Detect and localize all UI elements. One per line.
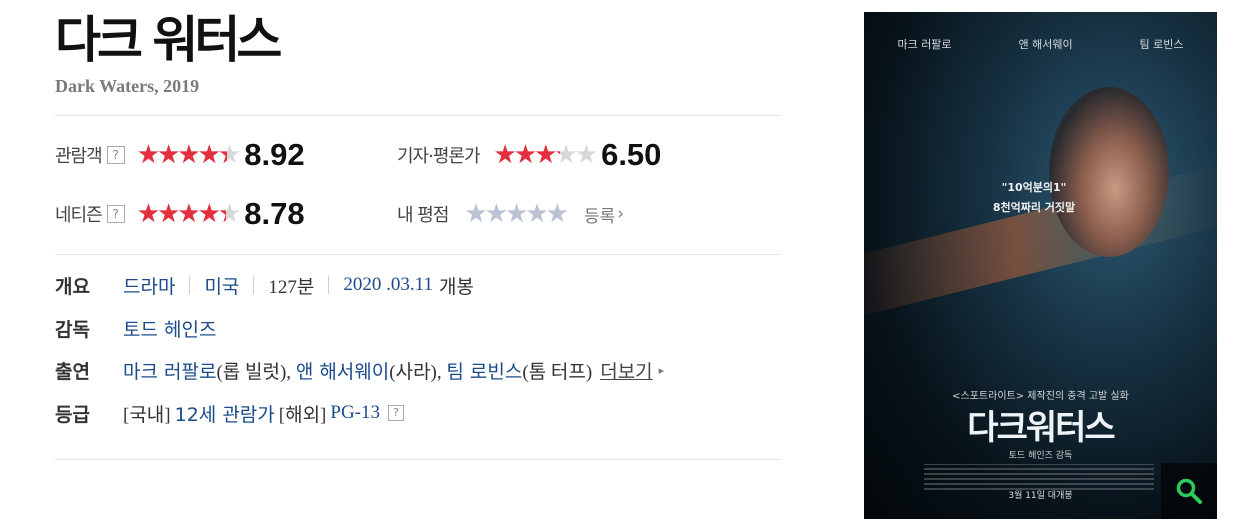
- triangle-right-icon: ▸: [658, 363, 665, 377]
- help-icon[interactable]: ?: [388, 405, 405, 421]
- overseas-prefix: [해외]: [278, 404, 327, 426]
- domestic-grade-link[interactable]: 12세 관람가: [175, 400, 275, 427]
- netizen-score: 8.78: [244, 196, 305, 231]
- stars-empty: ★★★★★: [464, 199, 569, 229]
- cast-link[interactable]: 앤 해서웨이: [296, 357, 389, 384]
- poster-director: 토드 헤인즈 감독: [1008, 451, 1073, 461]
- critics-label: 기자·평론가: [397, 146, 481, 167]
- cast-label: 출연: [55, 360, 90, 383]
- release-suffix: 개봉: [438, 275, 474, 298]
- separator: [189, 276, 191, 294]
- grade-row: 등급 [국내] 12세 관람가 [해외] PG-13 ?: [55, 398, 405, 428]
- cast-link[interactable]: 마크 러팔로: [123, 357, 216, 384]
- poster-quote-line: 8천억짜리 거짓말: [992, 201, 1076, 214]
- critics-score: 6.50: [601, 137, 662, 172]
- cast-row: 출연 마크 러팔로 (롭 빌럿), 앤 해서웨이 (사라), 팀 로빈스 (톰 …: [55, 355, 664, 385]
- more-cast-link[interactable]: 더보기: [600, 357, 652, 384]
- stars-filled: ★★★★★: [493, 140, 560, 170]
- my-rating-stars[interactable]: ★★★★★: [464, 199, 569, 229]
- netizen-label: 네티즌: [55, 205, 103, 226]
- runtime: 127분: [268, 276, 315, 298]
- director-link[interactable]: 토드 헤인즈: [123, 315, 216, 342]
- country-link[interactable]: 미국: [204, 272, 239, 299]
- genre-link[interactable]: 드라마: [123, 272, 175, 299]
- help-icon[interactable]: ?: [106, 205, 125, 223]
- movie-title: 다크 워터스: [55, 11, 282, 69]
- divider: [55, 254, 780, 255]
- my-rating-label: 내 평점: [397, 205, 449, 226]
- overseas-grade-link[interactable]: PG-13: [330, 402, 380, 424]
- critics-rating: 기자·평론가 ★★★★★ ★★★★★ 6.50: [397, 135, 661, 175]
- poster-quote-line: "10억분의1": [1001, 181, 1067, 194]
- netizen-rating: 네티즌 ? ★★★★★ ★★★★★ 8.78: [55, 194, 305, 234]
- director-row: 감독 토드 헤인즈: [55, 313, 216, 343]
- audience-label: 관람객: [55, 146, 103, 167]
- movie-subtitle: Dark Waters, 2019: [55, 76, 200, 96]
- poster-title: 다크워터스: [967, 408, 1115, 448]
- poster-actor: 앤 해서웨이: [1018, 38, 1073, 51]
- separator: [328, 276, 330, 294]
- netizen-stars: ★★★★★ ★★★★★: [136, 199, 242, 229]
- critics-stars: ★★★★★ ★★★★★: [493, 140, 599, 170]
- stars-filled: ★★★★★: [136, 199, 226, 229]
- poster-actor: 마크 러팔로: [897, 38, 952, 51]
- domestic-prefix: [국내]: [123, 404, 171, 426]
- divider: [55, 459, 780, 460]
- chevron-right-icon: ›: [617, 204, 625, 224]
- stars-filled: ★★★★★: [136, 140, 228, 170]
- poster-quote: "10억분의1" 8천억짜리 거짓말: [974, 178, 1094, 218]
- poster-credits-block: [924, 464, 1154, 490]
- poster-actors: 마크 러팔로 앤 해서웨이 팀 로빈스: [864, 36, 1217, 52]
- separator: [253, 276, 255, 294]
- divider: [55, 115, 780, 116]
- register-rating-link[interactable]: 등록: [584, 202, 615, 227]
- cast-role: (톰 터프): [522, 361, 593, 383]
- audience-stars: ★★★★★ ★★★★★: [136, 140, 242, 170]
- my-rating: 내 평점 ★★★★★ 등록 ›: [397, 194, 624, 234]
- audience-rating: 관람객 ? ★★★★★ ★★★★★ 8.92: [55, 135, 305, 175]
- overview-row: 개요 드라마 미국 127분 2020 .03.11 개봉: [55, 270, 474, 300]
- cast-role: (사라),: [389, 361, 447, 383]
- overview-label: 개요: [55, 275, 90, 298]
- director-label: 감독: [55, 318, 90, 341]
- grade-label: 등급: [55, 403, 90, 426]
- help-icon[interactable]: ?: [106, 146, 125, 164]
- search-icon: [1176, 478, 1202, 504]
- release-date-link[interactable]: 2020 .03.11: [343, 274, 433, 296]
- movie-poster[interactable]: 마크 러팔로 앤 해서웨이 팀 로빈스 "10억분의1" 8천억짜리 거짓말 <…: [864, 12, 1217, 519]
- poster-actor: 팀 로빈스: [1139, 38, 1184, 51]
- poster-figure: [1049, 87, 1169, 257]
- cast-link[interactable]: 팀 로빈스: [446, 357, 522, 384]
- cast-role: (롭 빌럿),: [216, 361, 296, 383]
- audience-score: 8.92: [244, 137, 305, 172]
- zoom-button[interactable]: [1161, 463, 1217, 519]
